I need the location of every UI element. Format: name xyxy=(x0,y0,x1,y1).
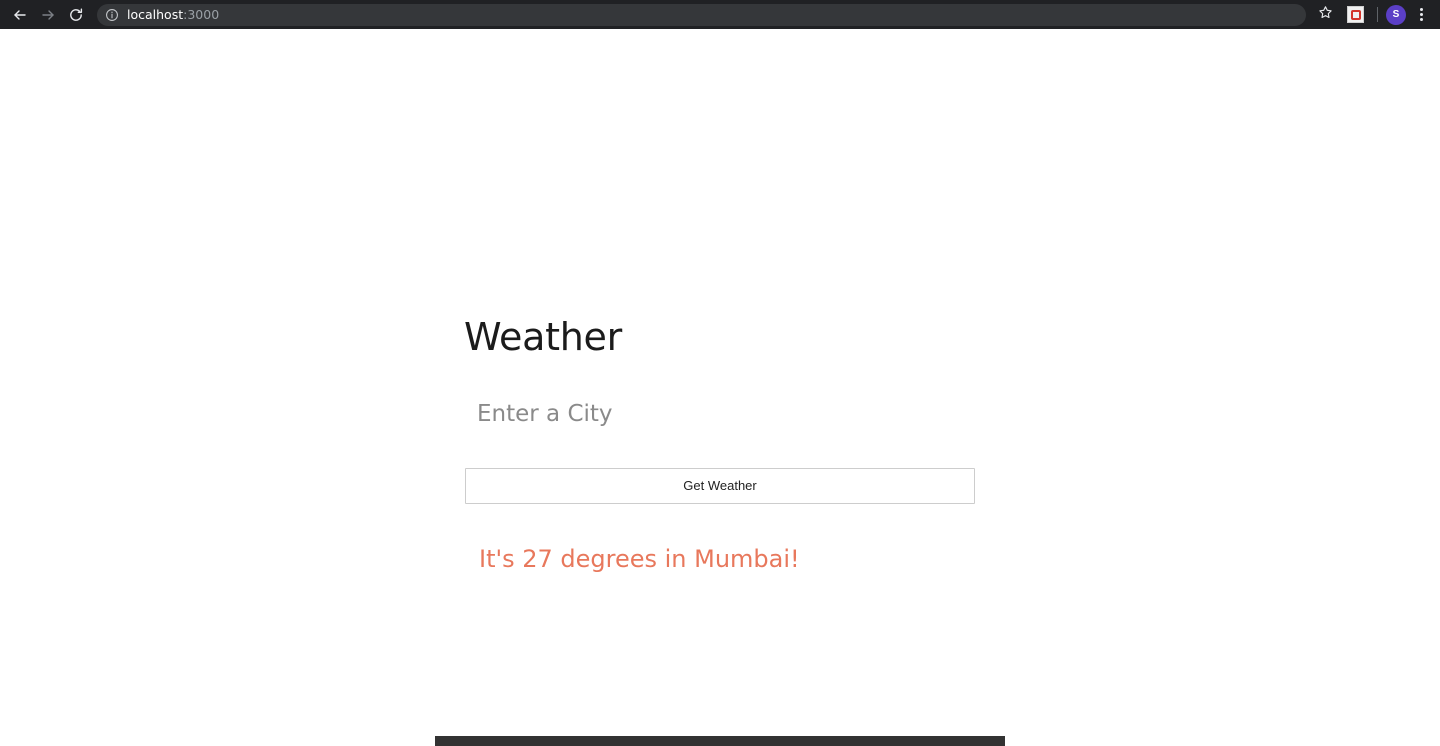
city-input[interactable] xyxy=(465,391,975,437)
menu-dot xyxy=(1419,18,1423,21)
app-footer: Made with❤by Shubh Shah xyxy=(435,736,1005,746)
url-text: localhost:3000 xyxy=(127,4,219,26)
back-button[interactable] xyxy=(6,1,34,29)
get-weather-button[interactable]: Get Weather xyxy=(465,468,975,504)
avatar[interactable]: S xyxy=(1386,4,1406,25)
url-port: :3000 xyxy=(183,6,220,22)
menu-dot xyxy=(1419,8,1423,11)
page-viewport: Weather Get Weather It's 27 degrees in M… xyxy=(0,29,1440,746)
url-host: localhost xyxy=(127,6,184,22)
reload-icon xyxy=(68,7,84,23)
weather-app-container: Weather Get Weather It's 27 degrees in M… xyxy=(435,29,1005,746)
info-circle-icon[interactable] xyxy=(105,8,119,22)
page-title: Weather xyxy=(464,315,622,359)
extension-icon[interactable] xyxy=(1347,6,1364,23)
extension-glyph xyxy=(1350,9,1361,20)
forward-button[interactable] xyxy=(34,1,62,29)
star-outline-icon xyxy=(1318,5,1333,25)
browser-toolbar: localhost:3000 S xyxy=(0,0,1440,29)
three-dot-menu-icon[interactable] xyxy=(1410,2,1432,28)
toolbar-actions: S xyxy=(1312,0,1432,29)
weather-result-text: It's 27 degrees in Mumbai! xyxy=(479,545,800,573)
address-bar[interactable]: localhost:3000 xyxy=(97,3,1306,26)
forward-arrow-icon xyxy=(40,7,56,23)
bookmark-button[interactable] xyxy=(1312,2,1338,28)
menu-dot xyxy=(1419,13,1423,16)
back-arrow-icon xyxy=(12,7,28,23)
footer-credit: Made with❤by Shubh Shah xyxy=(615,736,824,746)
reload-button[interactable] xyxy=(62,1,90,29)
toolbar-divider xyxy=(1377,7,1378,22)
